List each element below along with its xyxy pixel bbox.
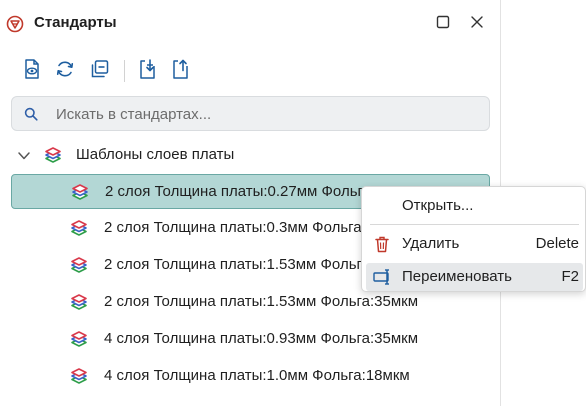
menu-separator — [370, 224, 579, 225]
search-icon — [24, 107, 38, 121]
tree-item-label: 4 слоя Толщина платы:1.0мм Фольга:18мкм — [104, 367, 410, 384]
maximize-button[interactable] — [432, 13, 454, 35]
rename-icon — [372, 267, 392, 287]
menu-item-rename-shortcut: F2 — [561, 268, 579, 285]
tree-root-node[interactable]: Шаблоны слоев платы — [0, 140, 501, 170]
refresh-icon — [54, 58, 76, 85]
export-icon — [170, 58, 192, 85]
menu-item-open[interactable]: Открыть... — [366, 192, 583, 220]
menu-item-rename[interactable]: Переименовать F2 — [366, 263, 583, 291]
menu-item-rename-label: Переименовать — [402, 268, 512, 285]
menu-item-open-label: Открыть... — [402, 197, 474, 214]
maximize-icon — [436, 15, 450, 34]
menu-item-delete-shortcut: Delete — [535, 235, 579, 252]
menu-item-delete-label: Удалить — [402, 235, 460, 252]
toolbar-separator — [124, 60, 125, 82]
layers-icon — [69, 218, 89, 238]
layers-icon — [69, 366, 89, 386]
toolbar — [0, 56, 501, 86]
import-icon — [137, 58, 159, 85]
standards-icon — [6, 15, 24, 33]
close-icon — [470, 15, 484, 34]
layers-icon — [69, 329, 89, 349]
tree-item-label: 2 слоя Толщина платы:1.53мм Фольга:35мкм — [104, 293, 419, 310]
search-box — [11, 96, 490, 131]
panel-title: Стандарты — [34, 14, 117, 31]
context-menu: Открыть... Удалить Delete Переименовать — [361, 186, 586, 292]
menu-item-delete[interactable]: Удалить Delete — [366, 230, 583, 258]
layers-icon — [43, 145, 63, 165]
collapse-all-icon — [89, 58, 111, 85]
preview-document-icon — [21, 58, 43, 85]
tree-item[interactable]: 4 слоя Толщина платы:0.93мм Фольга:35мкм — [11, 322, 490, 357]
import-button[interactable] — [135, 58, 161, 84]
layers-icon — [70, 182, 90, 202]
layers-icon — [69, 255, 89, 275]
refresh-button[interactable] — [52, 58, 78, 84]
export-button[interactable] — [168, 58, 194, 84]
tree-item-label: 4 слоя Толщина платы:0.93мм Фольга:35мкм — [104, 330, 419, 347]
tree-item[interactable]: 4 слоя Толщина платы:1.0мм Фольга:18мкм — [11, 359, 490, 394]
layers-icon — [69, 292, 89, 312]
search-input[interactable] — [56, 103, 476, 125]
chevron-down-icon[interactable] — [17, 149, 31, 161]
tree-root-label: Шаблоны слоев платы — [76, 146, 235, 163]
collapse-all-button[interactable] — [87, 58, 113, 84]
title-bar: Стандарты — [0, 0, 501, 48]
preview-button[interactable] — [19, 58, 45, 84]
close-button[interactable] — [466, 13, 488, 35]
trash-icon — [372, 234, 392, 254]
